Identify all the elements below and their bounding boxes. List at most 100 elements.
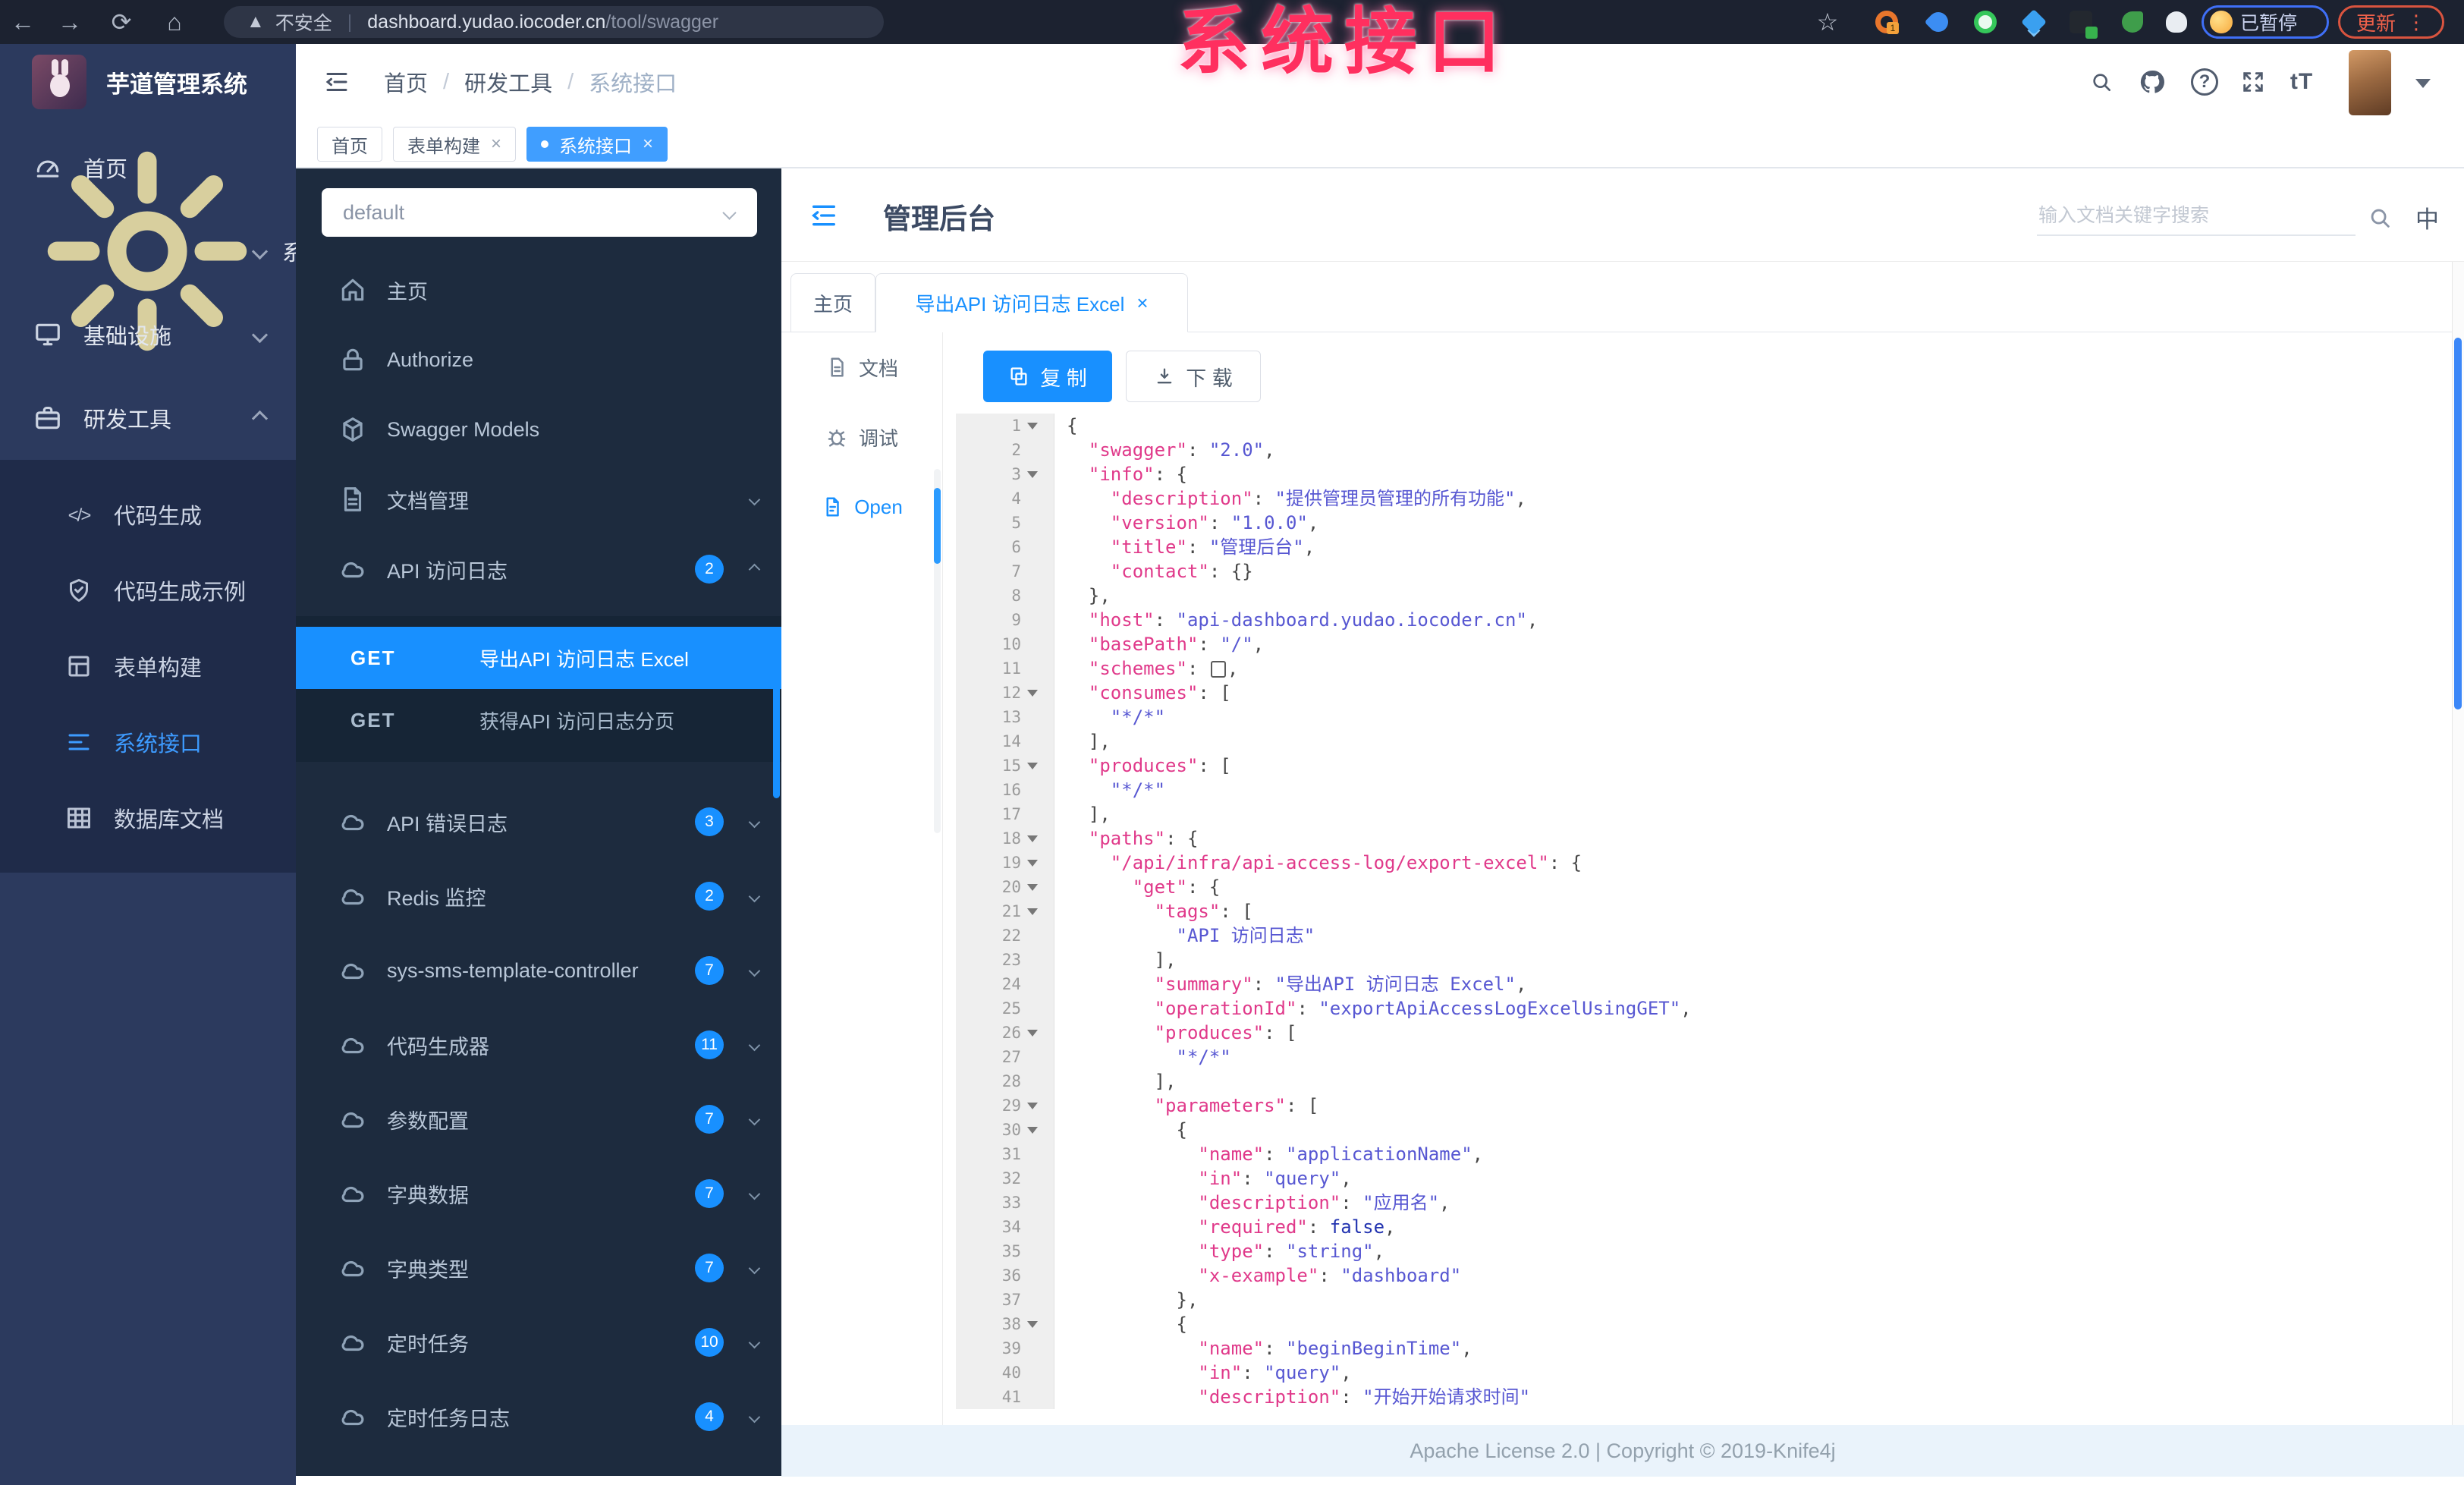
collapsed-array-icon[interactable]: [1210, 661, 1226, 678]
api-menu: 主页 Authorize Swagger Models 文档管理 API 访问日志 2 GE…: [296, 255, 781, 1476]
sidebar-subitem-4[interactable]: 数据库文档: [0, 780, 296, 856]
api-operation-0[interactable]: GET 导出API 访问日志 Excel: [296, 627, 781, 689]
address-bar[interactable]: ▲ 不安全 | dashboard.yudao.iocoder.cn/tool/…: [224, 6, 884, 38]
collapse-menu-icon[interactable]: [323, 68, 350, 96]
browser-reload-icon[interactable]: ⟳: [99, 0, 144, 44]
browser-home-icon[interactable]: ⌂: [152, 0, 197, 44]
fold-toggle-icon[interactable]: [1021, 689, 1044, 697]
breadcrumb-separator: /: [567, 69, 574, 94]
user-menu-caret-icon[interactable]: [2415, 79, 2431, 88]
code-line: 19 "/api/infra/api-access-log/export-exc…: [956, 851, 2453, 875]
api-group-11[interactable]: 字典类型 7: [296, 1231, 781, 1305]
close-tag-icon[interactable]: ×: [491, 134, 501, 155]
chevron-down-icon: [748, 493, 761, 505]
api-group-7[interactable]: sys-sms-template-controller 7: [296, 933, 781, 1008]
token-w: [1067, 852, 1111, 873]
api-group-8[interactable]: 代码生成器 11: [296, 1008, 781, 1082]
fold-toggle-icon[interactable]: [1021, 762, 1044, 769]
extension-icon-5[interactable]: [2068, 9, 2098, 39]
fold-toggle-icon[interactable]: [1021, 1029, 1044, 1037]
doc-nav-1[interactable]: 调试: [781, 402, 942, 472]
api-group-select[interactable]: default: [322, 188, 757, 237]
fold-toggle-icon[interactable]: [1021, 835, 1044, 842]
lock-icon: [338, 345, 367, 374]
sidebar-subitem-3[interactable]: 系统接口: [0, 704, 296, 780]
browser-menu-icon[interactable]: ⋮: [2406, 11, 2426, 34]
fold-toggle-icon[interactable]: [1021, 1320, 1044, 1328]
line-number: 27: [1001, 1048, 1021, 1066]
page-tag-2[interactable]: 系统接口 ×: [526, 127, 668, 162]
doc-search-icon[interactable]: [2367, 205, 2393, 231]
download-button[interactable]: 下 载: [1126, 351, 1261, 402]
content-scroll-thumb[interactable]: [2454, 338, 2462, 709]
doc-tab-1[interactable]: 导出API 访问日志 Excel ×: [875, 273, 1188, 332]
api-group-4[interactable]: API 访问日志 2: [296, 534, 781, 604]
api-operation-1[interactable]: GET 获得API 访问日志分页: [296, 689, 781, 751]
extension-icon-6[interactable]: [2120, 9, 2145, 35]
api-group-0[interactable]: 主页: [296, 255, 781, 325]
page-tag-1[interactable]: 表单构建 ×: [393, 127, 517, 162]
bookmark-star-icon[interactable]: ☆: [1815, 8, 1840, 36]
api-group-14[interactable]: 岗位7: [296, 1454, 781, 1476]
font-size-icon[interactable]: tT: [2277, 44, 2326, 120]
api-group-12[interactable]: 定时任务 10: [296, 1305, 781, 1380]
gutter: 24: [956, 972, 1054, 996]
api-group-6[interactable]: Redis 监控 2: [296, 859, 781, 933]
gutter: 7: [956, 559, 1054, 584]
doc-collapse-icon[interactable]: [809, 200, 839, 231]
sidebar-item-3[interactable]: 研发工具: [0, 376, 296, 460]
fold-toggle-icon[interactable]: [1021, 1102, 1044, 1109]
extension-icon-4[interactable]: [2021, 9, 2047, 35]
doc-nav-open[interactable]: Open: [781, 472, 942, 542]
close-tab-icon[interactable]: ×: [1136, 291, 1148, 315]
app-logo[interactable]: 芋道管理系统: [0, 44, 296, 120]
api-operation-label: 导出API 访问日志 Excel: [479, 647, 689, 671]
chevron-down-icon: [748, 1039, 761, 1051]
paused-extension-button[interactable]: 已暂停: [2202, 5, 2329, 39]
doc-tab-0[interactable]: 主页: [790, 273, 875, 332]
sidebar-subitem-2[interactable]: 表单构建: [0, 628, 296, 704]
code-line: 1{: [956, 414, 2453, 438]
api-group-9[interactable]: 参数配置 7: [296, 1082, 781, 1156]
header-search-icon[interactable]: [2077, 44, 2126, 120]
gutter: 35: [956, 1239, 1054, 1263]
api-group-2[interactable]: Swagger Models: [296, 395, 781, 464]
fold-toggle-icon[interactable]: [1021, 470, 1044, 478]
breadcrumb-home[interactable]: 首页: [384, 66, 428, 98]
browser-forward-icon[interactable]: →: [47, 0, 93, 44]
copy-button[interactable]: 复 制: [983, 351, 1112, 402]
update-browser-button[interactable]: 更新 ⋮: [2338, 5, 2444, 39]
api-group-1[interactable]: Authorize: [296, 325, 781, 395]
breadcrumb-devtools[interactable]: 研发工具: [464, 66, 552, 98]
fold-toggle-icon[interactable]: [1021, 883, 1044, 891]
extension-icon-3[interactable]: [1972, 9, 1998, 35]
sidebar-item-2[interactable]: 基础设施: [0, 293, 296, 376]
sidebar-subitem-1[interactable]: 代码生成示例: [0, 552, 296, 628]
doc-nav-0[interactable]: 文档: [781, 332, 942, 402]
fullscreen-icon[interactable]: [2229, 44, 2277, 120]
extension-icon-1[interactable]: 1: [1874, 9, 1900, 35]
fold-toggle-icon[interactable]: [1021, 908, 1044, 915]
api-group-13[interactable]: 定时任务日志 4: [296, 1380, 781, 1454]
sidebar-item-1[interactable]: 系统管理: [0, 151, 296, 351]
language-toggle[interactable]: 中: [2415, 200, 2439, 234]
api-sidebar-scrollbar[interactable]: [773, 636, 780, 798]
api-group-10[interactable]: 字典数据 7: [296, 1156, 781, 1231]
browser-back-icon[interactable]: ←: [0, 0, 46, 44]
page-tag-0[interactable]: 首页: [317, 127, 382, 162]
sidebar-subitem-0[interactable]: </> 代码生成: [0, 477, 296, 552]
doc-search-input[interactable]: [2037, 202, 2356, 236]
user-avatar[interactable]: [2349, 50, 2391, 115]
close-tag-icon[interactable]: ×: [643, 134, 653, 155]
github-icon[interactable]: [2127, 44, 2177, 120]
api-group-3[interactable]: 文档管理: [296, 464, 781, 534]
help-icon[interactable]: ?: [2180, 44, 2229, 120]
api-group-5[interactable]: API 错误日志 3: [296, 785, 781, 859]
fold-toggle-icon[interactable]: [1021, 859, 1044, 867]
fold-toggle-icon[interactable]: [1021, 422, 1044, 429]
extension-icon-2[interactable]: [1924, 8, 1953, 36]
fold-toggle-icon[interactable]: [1021, 1126, 1044, 1134]
code-line: 34 "required": false,: [956, 1215, 2453, 1239]
cloud-icon: [338, 956, 367, 985]
extension-icon-7[interactable]: [2164, 9, 2189, 35]
